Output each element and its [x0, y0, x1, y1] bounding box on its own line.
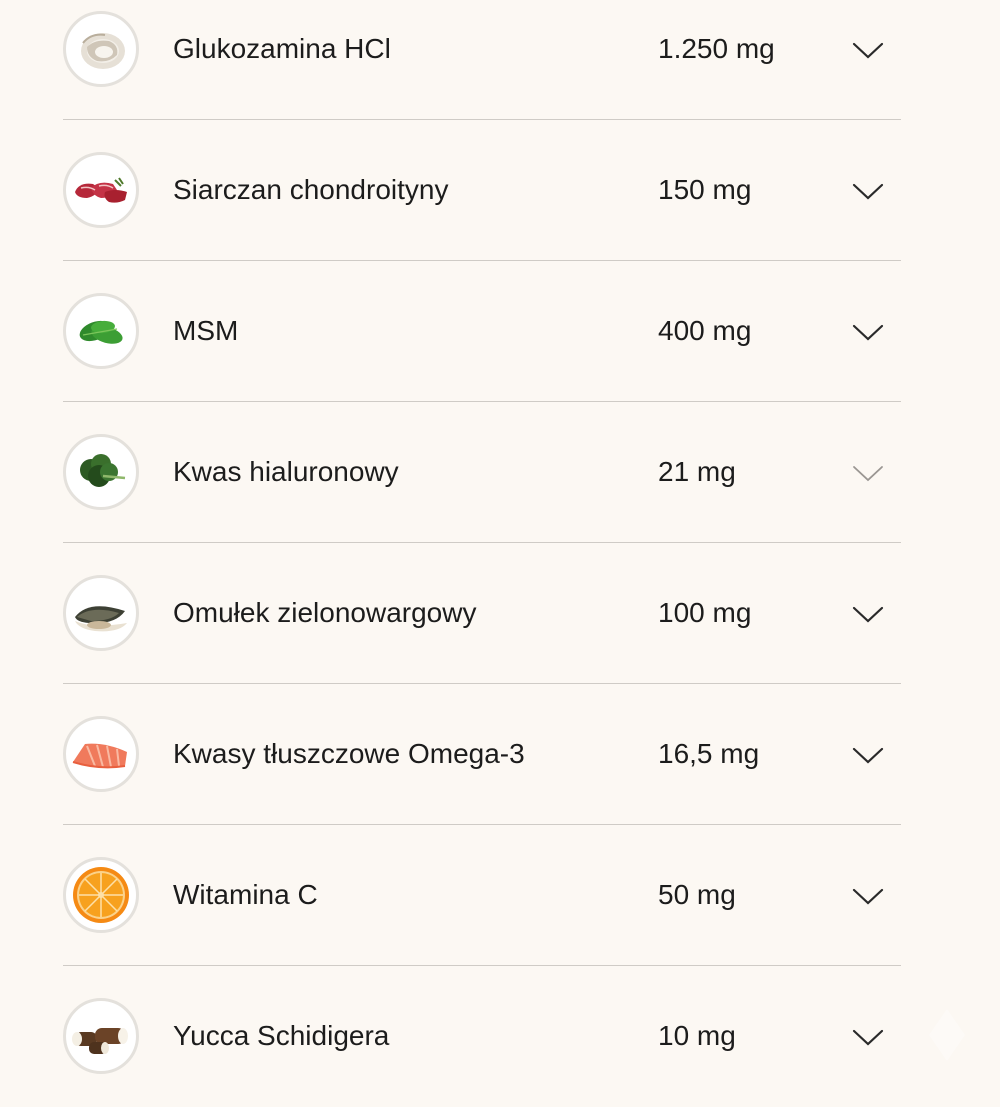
ingredient-name: Yucca Schidigera [173, 1020, 390, 1051]
ingredient-row-chondroitin[interactable]: Siarczan chondroityny 150 mg [63, 120, 901, 261]
chevron-down-icon[interactable] [843, 1022, 893, 1052]
chevron-down-icon[interactable] [843, 317, 893, 347]
chevron-down-icon[interactable] [843, 881, 893, 911]
ingredient-name: Witamina C [173, 879, 318, 910]
chevron-down-icon[interactable] [843, 599, 893, 629]
chevron-down-icon[interactable] [843, 458, 893, 488]
salmon-icon [63, 716, 139, 792]
ingredient-row-hyaluronic-acid[interactable]: Kwas hialuronowy 21 mg [63, 402, 901, 543]
ingredient-name: Omułek zielonowargowy [173, 597, 477, 628]
yucca-root-icon [63, 998, 139, 1074]
ingredient-row-glucosamine[interactable]: Glukozamina HCl 1.250 mg [63, 0, 901, 120]
kale-icon [63, 434, 139, 510]
ingredient-amount: 400 mg [658, 315, 752, 346]
ingredient-amount: 16,5 mg [658, 738, 760, 769]
ingredient-name: Siarczan chondroityny [173, 174, 449, 205]
watermark-diamond-icon [925, 1005, 969, 1065]
ingredient-amount: 10 mg [658, 1020, 736, 1051]
chevron-down-icon[interactable] [843, 740, 893, 770]
ingredient-row-msm[interactable]: MSM 400 mg [63, 261, 901, 402]
ingredient-name: Kwasy tłuszczowe Omega-3 [173, 738, 525, 769]
orange-slice-icon [63, 857, 139, 933]
chevron-down-icon[interactable] [843, 176, 893, 206]
ingredient-amount: 100 mg [658, 597, 752, 628]
ingredient-amount: 21 mg [658, 456, 736, 487]
mussel-icon [63, 575, 139, 651]
raw-beef-icon [63, 152, 139, 228]
ingredient-amount: 150 mg [658, 174, 752, 205]
ingredient-row-omega-3[interactable]: Kwasy tłuszczowe Omega-3 16,5 mg [63, 684, 901, 825]
chevron-down-icon[interactable] [843, 35, 893, 65]
ingredient-row-green-lipped-mussel[interactable]: Omułek zielonowargowy 100 mg [63, 543, 901, 684]
ingredient-amount: 50 mg [658, 879, 736, 910]
ingredient-name: Kwas hialuronowy [173, 456, 399, 487]
ingredient-amount: 1.250 mg [658, 33, 775, 64]
ingredient-row-vitamin-c[interactable]: Witamina C 50 mg [63, 825, 901, 966]
spinach-icon [63, 293, 139, 369]
ingredient-list: Glukozamina HCl 1.250 mg Siarczan chondr… [63, 0, 901, 1107]
ingredient-name: Glukozamina HCl [173, 33, 391, 64]
ingredient-name: MSM [173, 315, 239, 346]
oyster-icon [63, 11, 139, 87]
